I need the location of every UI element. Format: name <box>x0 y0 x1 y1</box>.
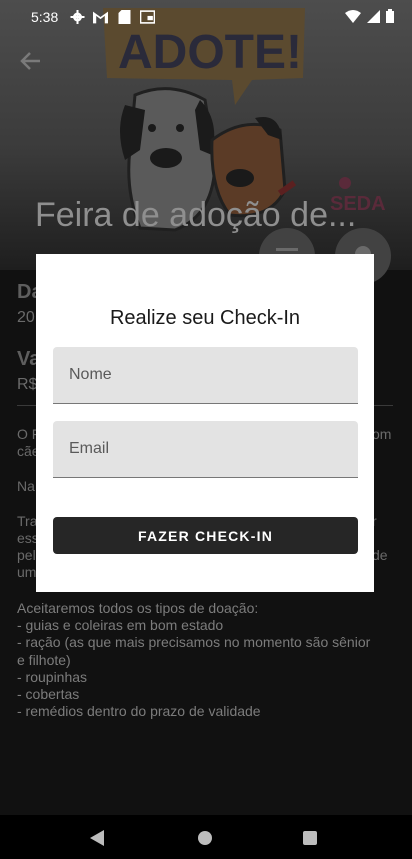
back-arrow-icon[interactable] <box>18 50 44 72</box>
wifi-icon <box>345 9 361 23</box>
description-text: Tra <box>17 513 38 529</box>
donation-line: - cobertas <box>17 686 80 703</box>
nav-back-icon[interactable] <box>89 830 105 846</box>
sd-card-icon <box>118 10 131 24</box>
nav-home-icon[interactable] <box>198 831 212 845</box>
cast-icon <box>140 10 155 24</box>
donation-line: - guias e coleiras em bom estado <box>17 617 224 634</box>
name-input[interactable] <box>53 347 358 403</box>
donation-line: - ração (as que mais precisamos no momen… <box>17 634 371 651</box>
nav-recents-icon[interactable] <box>303 831 317 845</box>
description-text: Na <box>17 478 35 494</box>
battery-icon <box>386 9 394 23</box>
date-value: 20 <box>17 309 35 326</box>
checkin-button[interactable]: FAZER CHECK-IN <box>53 517 358 554</box>
description-text: om <box>372 426 392 442</box>
donation-line: - remédios dentro do prazo de validade <box>17 703 261 720</box>
email-input[interactable] <box>53 421 358 477</box>
description-text: de <box>372 547 388 563</box>
description-text: pel <box>17 547 36 563</box>
signal-icon <box>367 9 380 23</box>
email-field[interactable] <box>53 421 358 478</box>
donation-line: e filhote) <box>17 651 71 668</box>
status-time: 5:38 <box>31 9 59 25</box>
navigation-bar <box>0 815 412 859</box>
donation-line: - roupinhas <box>17 668 88 685</box>
gmail-icon <box>93 11 108 24</box>
name-field[interactable] <box>53 347 358 404</box>
description-text: um <box>17 564 37 580</box>
value-value: R$ <box>17 376 38 393</box>
donation-line: Aceitaremos todos os tipos de doação: <box>17 600 259 616</box>
donation-list: Aceitaremos todos os tipos de doação: - … <box>17 600 397 720</box>
checkin-dialog: Realize seu Check-In FAZER CHECK-IN <box>36 254 374 592</box>
status-bar: 5:38 <box>0 0 412 34</box>
settings-icon <box>70 10 85 24</box>
dialog-title: Realize seu Check-In <box>109 307 301 329</box>
